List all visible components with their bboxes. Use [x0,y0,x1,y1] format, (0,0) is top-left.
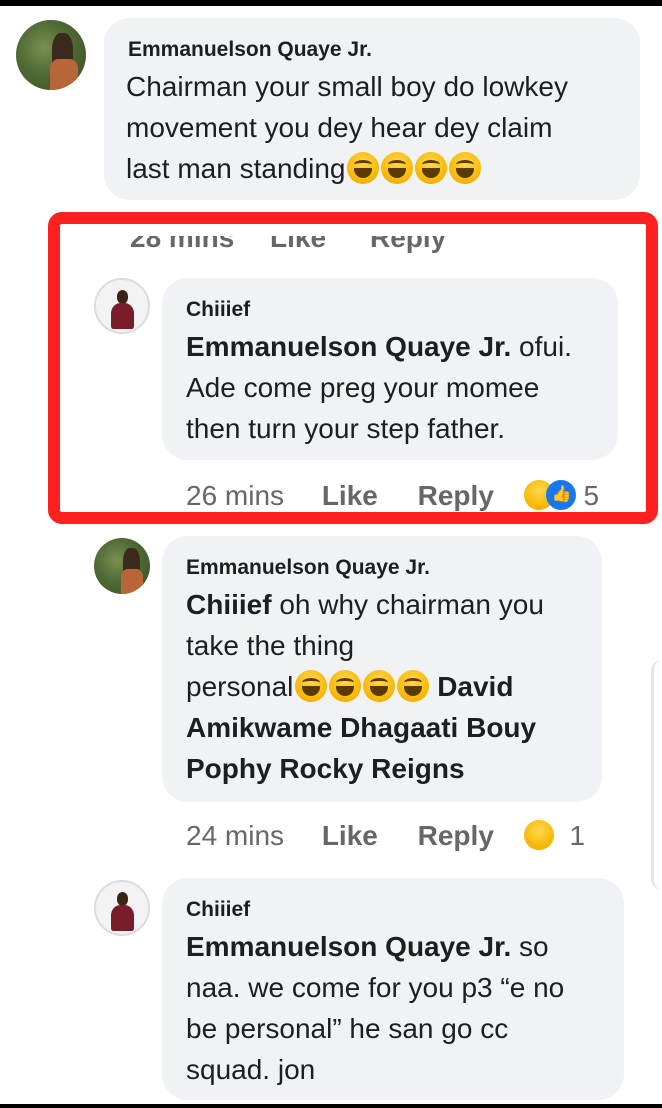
comment-line: naa. we come for you p3 “e no [186,972,565,1003]
reply-button[interactable]: Reply [418,820,494,851]
mention-link[interactable]: Emmanuelson Quaye Jr. [186,931,511,962]
like-button[interactable]: Like [322,820,378,851]
laughing-emoji-icon [381,152,414,184]
comment-text: Chairman your small boy do lowkey moveme… [126,66,636,189]
avatar[interactable] [94,538,150,594]
comment-text: Chiiief oh why chairman you take the thi… [186,584,598,789]
comment-line: Chiiief oh why chairman you [186,584,598,625]
comment-author[interactable]: Emmanuelson Quaye Jr. [186,556,430,580]
comment-author[interactable]: Chiiief [186,898,250,922]
laughing-emoji-icon [295,670,328,702]
comment-author[interactable]: Emmanuelson Quaye Jr. [128,38,372,62]
comment-line-text: personal [186,671,294,702]
comment-line: last man standing [126,148,636,189]
avatar[interactable] [16,20,86,90]
laughing-emoji-icon [415,152,448,184]
top-border [0,0,662,6]
comment-line: Amikwame Dhagaati Bouy [186,707,598,748]
highlight-box [48,212,658,524]
scroll-edge [651,660,662,890]
laughing-emoji-icon [363,670,396,702]
haha-reaction-icon [523,820,554,850]
mention-link[interactable]: Amikwame Dhagaati Bouy [186,712,536,743]
laughing-emoji-icon [449,152,482,184]
mention-link[interactable]: Chiiief [186,589,272,620]
comment-line: Pophy Rocky Reigns [186,748,598,789]
comment-line: be personal” he san go cc [186,1013,509,1044]
comment-text: Emmanuelson Quaye Jr. so naa. we come fo… [186,926,622,1090]
bottom-border [0,1104,662,1108]
comment-time: 24 mins [186,820,285,851]
comment-line: movement you dey hear dey claim [126,112,553,143]
reaction-count[interactable]: 1 [569,820,585,851]
comment-meta: 24 mins Like Reply 1 [186,820,585,852]
comment-line-text: oh why chairman you [271,589,544,620]
laughing-emoji-icon [397,670,430,702]
laughing-emoji-icon [347,152,380,184]
comment-line: Chairman your small boy do lowkey [126,71,568,102]
comment-line-text: so [511,931,549,962]
comment-line: personal David [186,666,598,707]
mention-link[interactable]: Pophy Rocky Reigns [186,753,465,784]
laughing-emoji-icon [329,670,362,702]
avatar[interactable] [94,880,150,936]
comment-line-text: last man standing [126,153,346,184]
comment-line: take the thing [186,630,355,661]
mention-link[interactable]: David [437,671,513,702]
comment-line: Emmanuelson Quaye Jr. so [186,926,622,967]
comment-line: squad. jon [186,1054,316,1085]
